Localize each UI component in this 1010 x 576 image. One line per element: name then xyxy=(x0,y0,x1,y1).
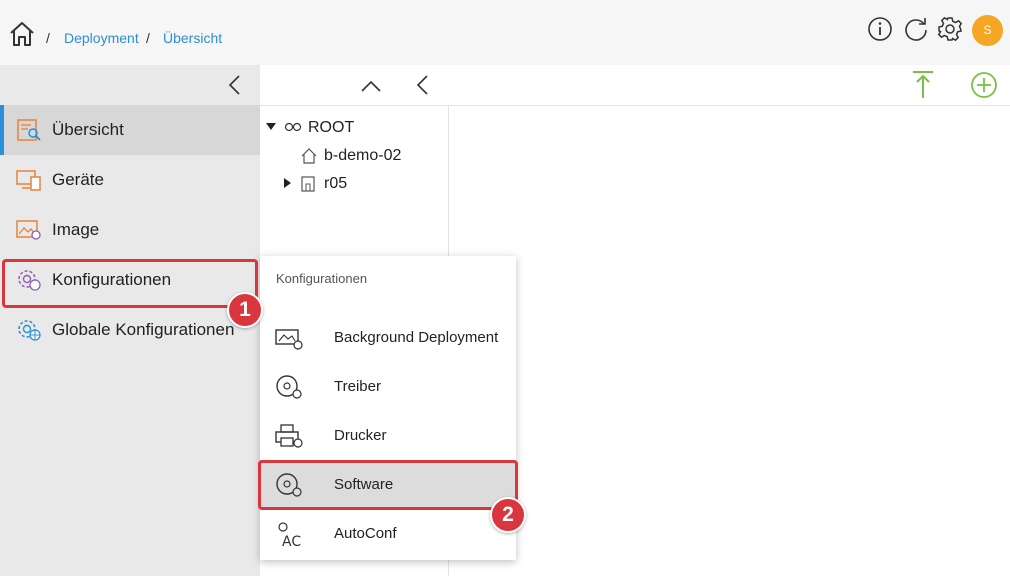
menu-item-label: Drucker xyxy=(334,427,387,444)
config-gear-icon xyxy=(18,270,41,291)
top-header: / Deployment / Übersicht S xyxy=(0,0,1010,65)
sidebar-item-label: Konfigurationen xyxy=(52,270,172,289)
chevron-up-icon[interactable] xyxy=(360,75,382,97)
autoconf-icon: AC xyxy=(278,522,301,548)
sidebar: Übersicht Geräte Image Konfigurationen G… xyxy=(0,65,260,576)
software-disc-icon xyxy=(276,473,302,497)
tree-node-label: ROOT xyxy=(308,119,355,136)
driver-disc-icon xyxy=(276,375,302,399)
menu-item-autoconf[interactable]: AC AutoConf xyxy=(260,510,516,558)
home-icon[interactable] xyxy=(8,20,36,48)
breadcrumb-overview[interactable]: Übersicht xyxy=(163,30,222,46)
collapse-sidebar-chevron-icon[interactable] xyxy=(224,73,246,97)
main-content-area xyxy=(449,106,1010,576)
global-config-icon xyxy=(18,320,41,341)
user-avatar[interactable]: S xyxy=(972,15,1003,46)
sidebar-item-devices[interactable]: Geräte xyxy=(0,155,260,205)
tree-node-root[interactable]: ROOT xyxy=(266,116,446,140)
menu-item-driver[interactable]: Treiber xyxy=(260,363,516,411)
background-deployment-icon xyxy=(275,329,303,350)
tree-node-b-demo-02[interactable]: b-demo-02 xyxy=(300,144,448,168)
sidebar-item-image[interactable]: Image xyxy=(0,205,260,255)
room-icon xyxy=(301,176,315,192)
breadcrumb-separator: / xyxy=(46,30,50,46)
menu-item-background-deployment[interactable]: Background Deployment xyxy=(260,314,516,362)
menu-item-label: Treiber xyxy=(334,378,381,395)
image-icon xyxy=(16,220,41,240)
step-badge-2: 2 xyxy=(490,497,526,533)
svg-text:AC: AC xyxy=(282,534,301,548)
caret-right-icon[interactable] xyxy=(284,178,292,188)
menu-item-label: Software xyxy=(334,476,394,493)
sidebar-item-label: Geräte xyxy=(52,170,104,189)
overview-icon xyxy=(17,119,41,141)
root-icon xyxy=(284,122,302,132)
tree-node-label: b-demo-02 xyxy=(324,147,402,164)
menu-item-label: AutoConf xyxy=(334,525,397,542)
info-icon[interactable] xyxy=(867,16,893,42)
add-circle-icon[interactable] xyxy=(970,71,998,99)
refresh-icon[interactable] xyxy=(903,16,929,42)
tree-node-r05[interactable]: r05 xyxy=(284,172,444,196)
printer-icon xyxy=(275,424,303,448)
menu-item-printer[interactable]: Drucker xyxy=(260,412,516,460)
sidebar-item-label: Image xyxy=(52,220,100,239)
chevron-left-icon[interactable] xyxy=(412,73,434,97)
sidebar-item-label: Globale Konfigurationen xyxy=(52,320,235,339)
tree-toolbar xyxy=(260,65,1010,106)
caret-down-icon[interactable] xyxy=(266,123,276,131)
tree-node-label: r05 xyxy=(324,175,348,192)
breadcrumb-deployment[interactable]: Deployment xyxy=(64,30,139,46)
step-badge-1: 1 xyxy=(227,292,263,328)
sidebar-item-label: Übersicht xyxy=(52,120,124,139)
sidebar-item-configurations[interactable]: Konfigurationen xyxy=(0,255,260,305)
devices-icon xyxy=(16,170,41,191)
sidebar-item-overview[interactable]: Übersicht xyxy=(0,105,260,155)
popup-menu-title: Konfigurationen xyxy=(276,271,368,286)
menu-item-label: Background Deployment xyxy=(334,329,499,346)
breadcrumb-separator: / xyxy=(146,30,150,46)
house-icon xyxy=(301,148,317,164)
sidebar-item-global-configurations[interactable]: Globale Konfigurationen xyxy=(0,305,260,355)
configurations-popup-menu: Konfigurationen Background Deployment Tr… xyxy=(260,256,516,560)
settings-gear-icon[interactable] xyxy=(937,16,963,42)
menu-item-software[interactable]: Software xyxy=(260,461,516,509)
upload-arrow-icon[interactable] xyxy=(912,70,934,100)
